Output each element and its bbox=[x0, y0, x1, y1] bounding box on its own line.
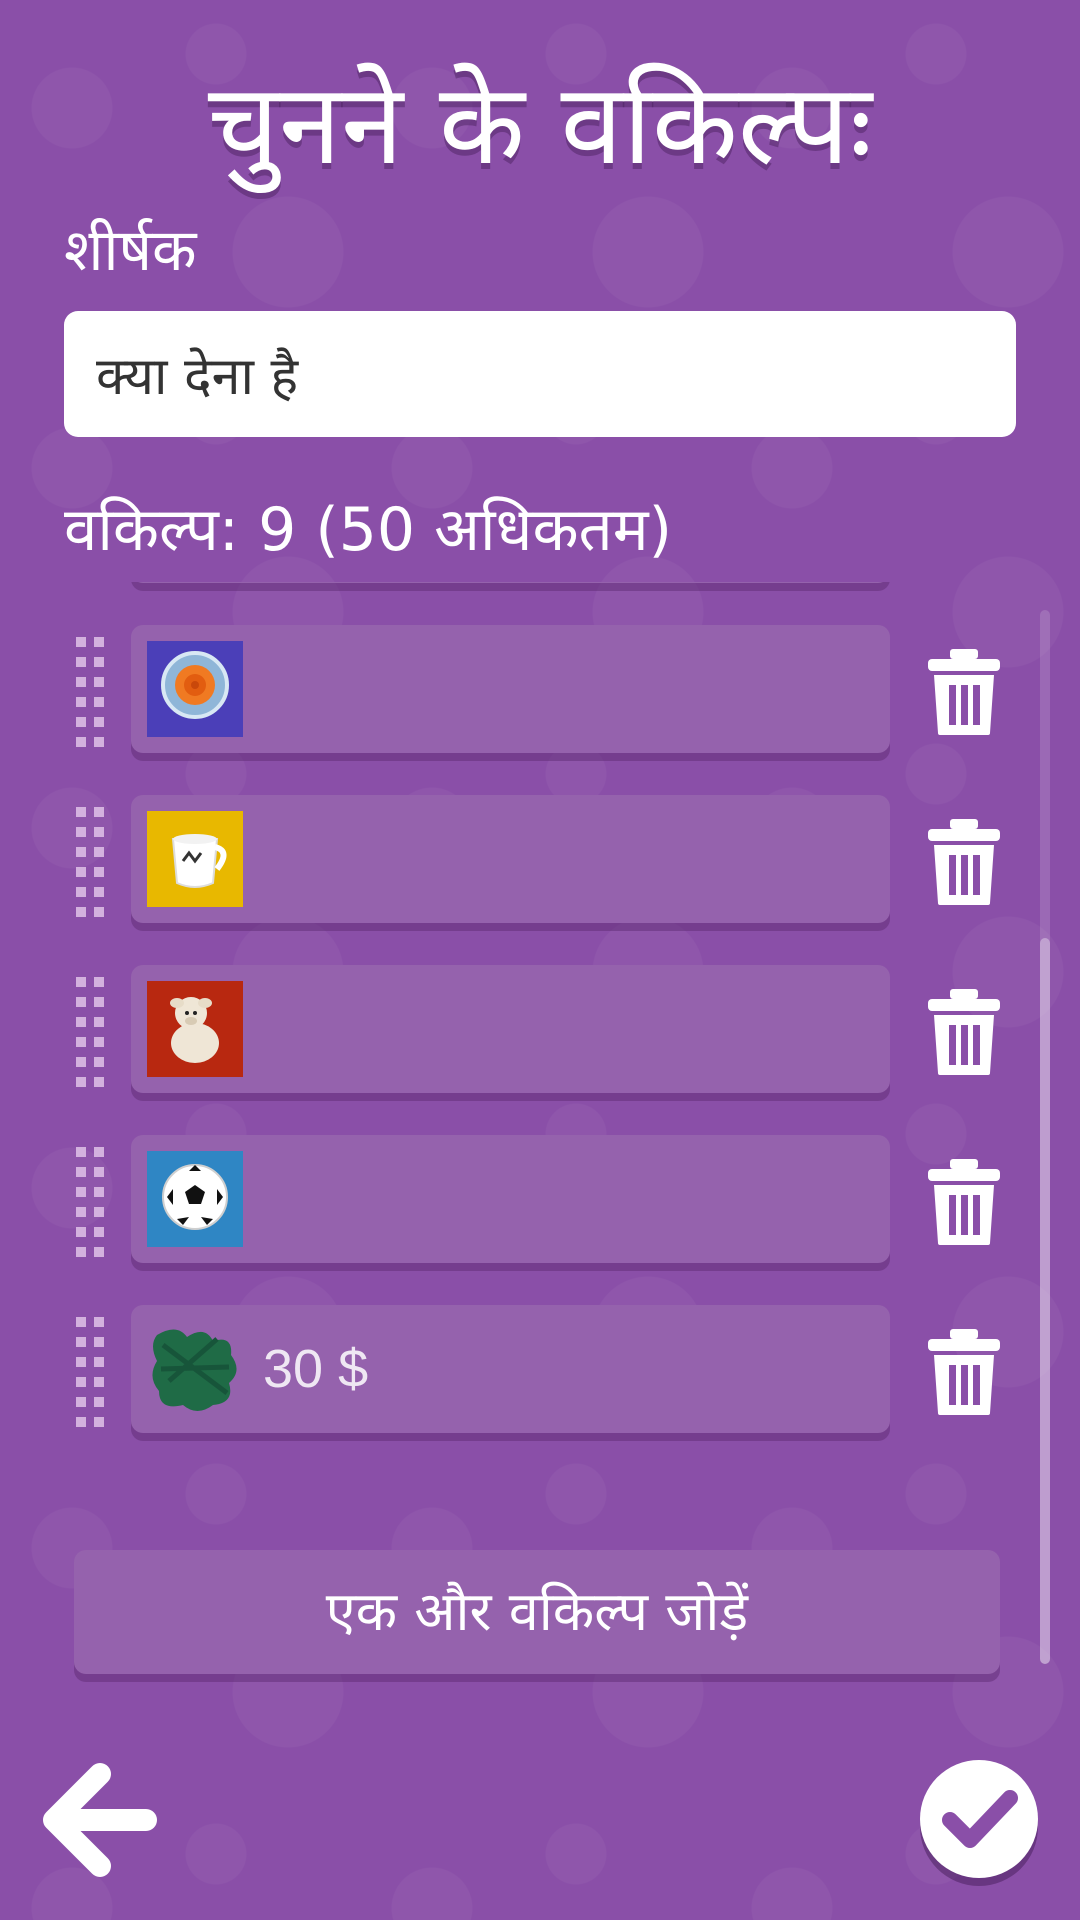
page-title: चुनने के वकिल्पः bbox=[207, 60, 873, 190]
scrollbar-track[interactable] bbox=[1040, 610, 1050, 1664]
option-card[interactable] bbox=[131, 965, 890, 1093]
options-count-label: वकिल्प: 9 (50 अधिकतम) bbox=[64, 495, 673, 565]
option-card[interactable] bbox=[131, 625, 890, 753]
drag-handle-icon[interactable] bbox=[76, 637, 106, 757]
scrollbar-thumb[interactable] bbox=[1040, 938, 1050, 1664]
option-row[interactable] bbox=[0, 795, 1000, 923]
teacup-image[interactable] bbox=[147, 811, 243, 907]
arrow-left-icon[interactable] bbox=[40, 1760, 160, 1880]
title-field-label: शीर्षक bbox=[64, 216, 197, 284]
trash-icon[interactable] bbox=[922, 817, 1006, 907]
drag-handle-icon[interactable] bbox=[76, 977, 106, 1097]
option-row[interactable] bbox=[0, 625, 1000, 753]
trash-icon[interactable] bbox=[922, 1157, 1006, 1247]
options-list[interactable]: 30 $ bbox=[0, 582, 1080, 1540]
trash-icon[interactable] bbox=[922, 987, 1006, 1077]
drag-handle-icon[interactable] bbox=[76, 1317, 106, 1437]
check-icon bbox=[942, 1790, 1018, 1848]
soccer-ball-image[interactable] bbox=[147, 1151, 243, 1247]
drag-handle-icon[interactable] bbox=[76, 582, 106, 587]
option-card[interactable] bbox=[131, 795, 890, 923]
title-input[interactable] bbox=[64, 311, 1016, 437]
drag-handle-icon[interactable] bbox=[76, 807, 106, 927]
trash-icon[interactable] bbox=[922, 647, 1006, 737]
option-text[interactable]: 30 $ bbox=[263, 1305, 368, 1433]
option-card[interactable]: 30 $ bbox=[131, 1305, 890, 1433]
option-row[interactable] bbox=[0, 1135, 1000, 1263]
option-card[interactable] bbox=[131, 1135, 890, 1263]
option-row[interactable] bbox=[0, 582, 1000, 583]
add-option-button[interactable]: एक और वकिल्प जोड़ें bbox=[74, 1550, 1000, 1674]
option-row[interactable] bbox=[0, 965, 1000, 1093]
orange-rose-image[interactable] bbox=[147, 641, 243, 737]
option-card[interactable] bbox=[131, 582, 890, 583]
trash-icon[interactable] bbox=[922, 1327, 1006, 1417]
confirm-button[interactable] bbox=[920, 1760, 1038, 1878]
money-scribble-image[interactable] bbox=[147, 1321, 243, 1417]
option-row[interactable]: 30 $ bbox=[0, 1305, 1000, 1433]
plush-toy-image[interactable] bbox=[147, 981, 243, 1077]
drag-handle-icon[interactable] bbox=[76, 1147, 106, 1267]
